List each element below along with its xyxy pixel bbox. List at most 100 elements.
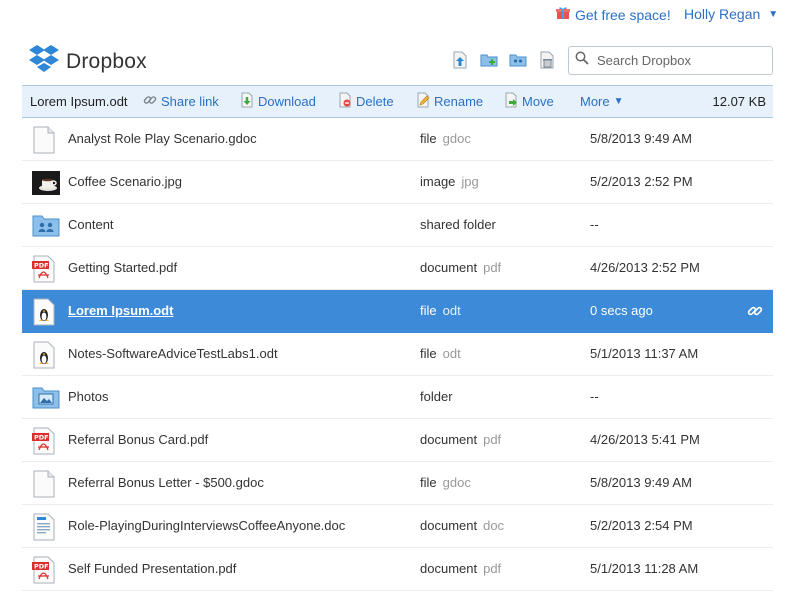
- file-modified: --: [590, 389, 599, 404]
- file-kind: document pdf: [420, 432, 501, 447]
- selected-file-size: 12.07 KB: [712, 94, 767, 109]
- svg-text:PDF: PDF: [34, 563, 49, 571]
- file-row-selected[interactable]: Lorem Ipsum.odt file odt 0 secs ago: [22, 290, 773, 333]
- file-type: document: [420, 518, 478, 533]
- download-icon: [240, 92, 254, 111]
- file-type: file: [420, 346, 437, 361]
- document-icon: [32, 126, 58, 154]
- file-extension: pdf: [483, 260, 502, 275]
- logo-text: Dropbox: [66, 49, 147, 73]
- delete-label: Delete: [356, 94, 394, 109]
- shared-folder-icon: [32, 212, 60, 240]
- document-icon: [32, 470, 58, 498]
- selected-file-name: Lorem Ipsum.odt: [30, 94, 128, 109]
- file-row[interactable]: Notes-SoftwareAdviceTestLabs1.odt file od…: [22, 333, 773, 376]
- file-row[interactable]: PDF Referral Bonus Card.pdf document pdf …: [22, 419, 773, 462]
- top-bar: Get free space! Holly Regan ▼: [0, 0, 800, 32]
- file-extension: odt: [442, 303, 461, 318]
- file-kind: file gdoc: [420, 475, 471, 490]
- move-button[interactable]: Move: [504, 92, 554, 111]
- file-row[interactable]: Coffee Scenario.jpg image jpg 5/2/2013 2:…: [22, 161, 773, 204]
- file-modified: 4/26/2013 5:41 PM: [590, 432, 700, 447]
- file-row[interactable]: Analyst Role Play Scenario.gdoc file gdoc…: [22, 118, 773, 161]
- delete-button[interactable]: Delete: [338, 92, 394, 111]
- file-kind: file gdoc: [420, 131, 471, 146]
- get-free-space-label: Get free space!: [575, 6, 671, 23]
- pdf-icon: PDF: [32, 556, 58, 584]
- file-row[interactable]: Photos folder --: [22, 376, 773, 419]
- svg-text:PDF: PDF: [34, 434, 49, 442]
- file-modified: --: [590, 217, 599, 232]
- file-name[interactable]: Lorem Ipsum.odt: [68, 303, 173, 318]
- file-type: shared folder: [420, 217, 496, 232]
- file-type: folder: [420, 389, 453, 404]
- toolbar-icons: [450, 50, 556, 69]
- download-label: Download: [258, 94, 316, 109]
- file-name[interactable]: Analyst Role Play Scenario.gdoc: [68, 131, 257, 146]
- file-type: file: [420, 475, 437, 490]
- file-extension: gdoc: [442, 475, 471, 490]
- file-kind: folder: [420, 389, 453, 404]
- file-name[interactable]: Referral Bonus Letter - $500.gdoc: [68, 475, 264, 490]
- file-row[interactable]: PDF Getting Started.pdf document pdf 4/26…: [22, 247, 773, 290]
- file-name[interactable]: Referral Bonus Card.pdf: [68, 432, 208, 447]
- file-modified: 5/1/2013 11:28 AM: [590, 561, 699, 576]
- share-folder-icon[interactable]: [508, 50, 527, 69]
- more-label: More: [580, 94, 610, 109]
- file-extension: doc: [483, 518, 505, 533]
- file-row[interactable]: PDF Self Funded Presentation.pdf documen…: [22, 548, 773, 591]
- file-modified: 5/2/2013 2:52 PM: [590, 174, 693, 189]
- file-name[interactable]: Role-PlayingDuringInterviewsCoffeeAnyone…: [68, 518, 345, 533]
- file-modified: 5/8/2013 9:49 AM: [590, 131, 692, 146]
- rename-icon: [416, 92, 430, 111]
- file-kind: document doc: [420, 518, 504, 533]
- file-type: document: [420, 561, 478, 576]
- file-extension: pdf: [483, 432, 502, 447]
- linux-file-icon: [32, 298, 58, 326]
- file-kind: file odt: [420, 303, 461, 318]
- file-row[interactable]: Content shared folder --: [22, 204, 773, 247]
- search-input[interactable]: [597, 53, 757, 68]
- delete-icon: [338, 92, 352, 111]
- user-menu[interactable]: Holly Regan ▼: [684, 6, 778, 22]
- file-name[interactable]: Content: [68, 217, 114, 232]
- file-type: image: [420, 174, 456, 189]
- file-list: Analyst Role Play Scenario.gdoc file gdoc…: [22, 118, 773, 591]
- file-kind: document pdf: [420, 260, 501, 275]
- file-row[interactable]: Referral Bonus Letter - $500.gdoc file gd…: [22, 462, 773, 505]
- file-extension: odt: [442, 346, 461, 361]
- file-type: document: [420, 432, 478, 447]
- upload-icon[interactable]: [450, 50, 469, 69]
- file-modified: 5/1/2013 11:37 AM: [590, 346, 699, 361]
- search-box[interactable]: [568, 46, 773, 75]
- file-extension: gdoc: [442, 131, 471, 146]
- share-link-icon[interactable]: [747, 303, 763, 319]
- file-extension: pdf: [483, 561, 502, 576]
- rename-button[interactable]: Rename: [416, 92, 483, 111]
- file-modified: 0 secs ago: [590, 303, 653, 318]
- file-modified: 4/26/2013 2:52 PM: [590, 260, 700, 275]
- file-name[interactable]: Self Funded Presentation.pdf: [68, 561, 236, 576]
- word-doc-icon: [32, 513, 58, 541]
- caret-down-icon: ▼: [768, 8, 779, 20]
- deleted-files-icon[interactable]: [537, 50, 556, 69]
- pdf-icon: PDF: [32, 427, 58, 455]
- file-name[interactable]: Getting Started.pdf: [68, 260, 177, 275]
- file-type: file: [420, 303, 437, 318]
- get-free-space-link[interactable]: Get free space!: [556, 6, 671, 23]
- caret-down-icon: ▼: [613, 96, 624, 107]
- share-link-button[interactable]: Share link: [143, 93, 219, 110]
- file-name[interactable]: Notes-SoftwareAdviceTestLabs1.odt: [68, 346, 278, 361]
- file-name[interactable]: Coffee Scenario.jpg: [68, 174, 182, 189]
- file-row[interactable]: Role-PlayingDuringInterviewsCoffeeAnyone…: [22, 505, 773, 548]
- download-button[interactable]: Download: [240, 92, 316, 111]
- gift-icon: [556, 6, 570, 23]
- more-menu-button[interactable]: More ▼: [580, 94, 624, 109]
- file-type: document: [420, 260, 478, 275]
- dropbox-logo[interactable]: Dropbox: [28, 44, 147, 79]
- rename-label: Rename: [434, 94, 484, 109]
- link-icon: [143, 93, 157, 110]
- file-modified: 5/2/2013 2:54 PM: [590, 518, 693, 533]
- new-folder-icon[interactable]: [479, 50, 498, 69]
- file-name[interactable]: Photos: [68, 389, 108, 404]
